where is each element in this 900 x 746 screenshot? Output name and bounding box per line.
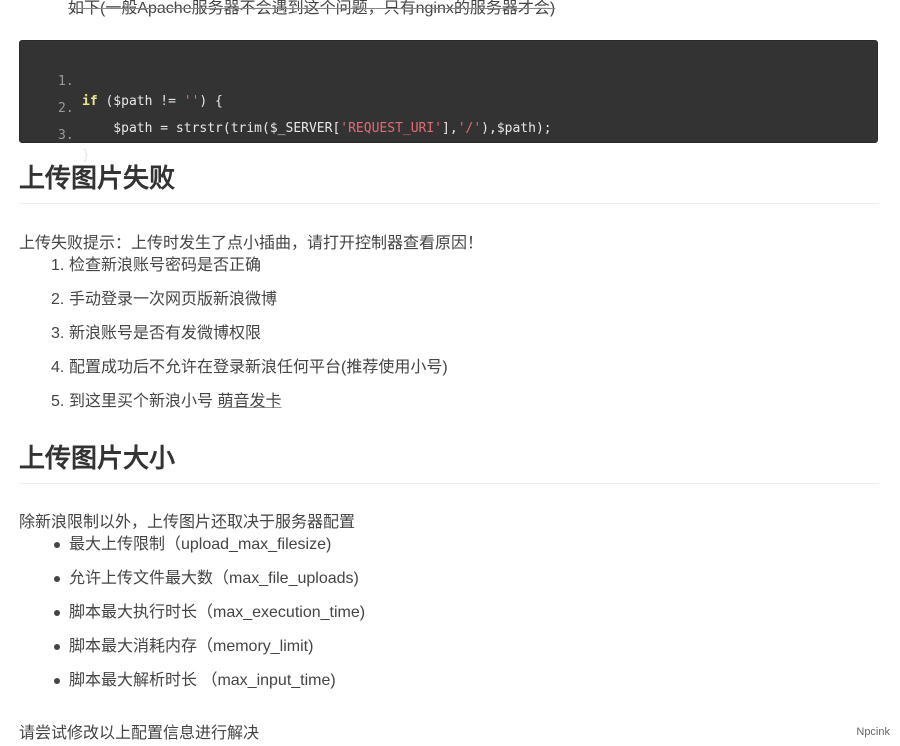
- top-note: 如下(一般Apache服务器不会遇到这个问题，只有nginx的服务器才会): [68, 0, 556, 17]
- bullet-icon: [54, 678, 60, 684]
- footer-note: 请尝试修改以上配置信息进行解决: [19, 725, 260, 742]
- article-page: 如下(一般Apache服务器不会遇到这个问题，只有nginx的服务器才会) 1.…: [0, 0, 900, 746]
- watermark: Npcink: [856, 726, 890, 738]
- buy-account-link[interactable]: 萌音发卡: [217, 393, 281, 410]
- bullet-icon: [54, 576, 60, 582]
- code-line: 3. }: [20, 106, 877, 163]
- bullet-icon: [54, 644, 60, 650]
- bullet-icon: [54, 610, 60, 616]
- code-line: 2. $path = strstr(trim($_SERVER['REQUEST…: [20, 79, 877, 136]
- code-line: 1. if ($path != '') {: [20, 52, 877, 109]
- code-block: 1. if ($path != '') { 2. $path = strstr(…: [19, 40, 878, 163]
- section-title-upload-failed: 上传图片失败: [19, 158, 879, 204]
- failure-intro: 上传失败提示：上传时发生了点小插曲，请打开控制器查看原因！: [19, 235, 484, 252]
- size-intro: 除新浪限制以外，上传图片还取决于服务器配置: [19, 514, 356, 531]
- bullet-icon: [54, 542, 60, 548]
- section-title-upload-size: 上传图片大小: [19, 438, 879, 484]
- line-number: 3.: [58, 128, 74, 143]
